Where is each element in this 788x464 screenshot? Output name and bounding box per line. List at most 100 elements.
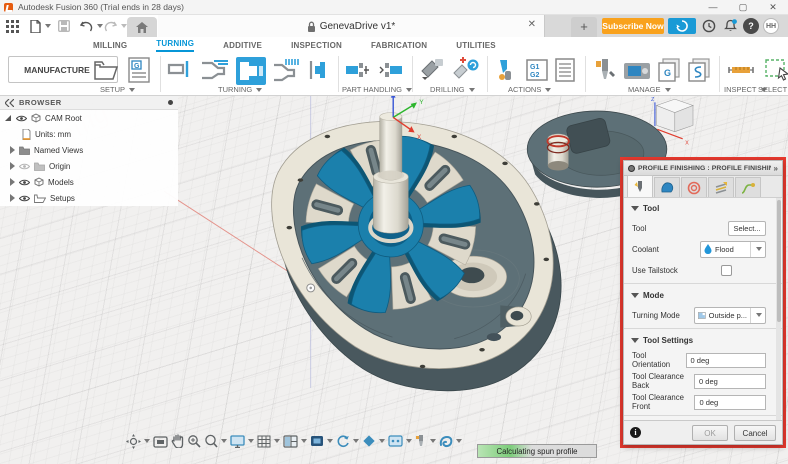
collapsed-arrow-icon[interactable] xyxy=(10,162,15,170)
collapsed-arrow-icon[interactable] xyxy=(10,194,15,202)
tab-utilities[interactable]: UTILITIES xyxy=(456,41,496,52)
simulate-button[interactable] xyxy=(494,57,520,88)
part-handling-chuck-button[interactable] xyxy=(344,57,372,88)
tab-fabrication[interactable]: FABRICATION xyxy=(371,41,427,52)
setup-origin-point[interactable] xyxy=(306,283,316,293)
turning-roughing-button[interactable] xyxy=(200,57,230,88)
template-library-button[interactable]: G xyxy=(656,57,682,88)
selected-drive-pin[interactable] xyxy=(546,133,570,171)
tool-orientation-input[interactable]: 0 deg xyxy=(685,352,766,368)
recent-activity-button[interactable] xyxy=(701,18,717,34)
dialog-tab-geometry[interactable] xyxy=(654,177,680,197)
select-group-label[interactable]: SELECT xyxy=(758,85,788,94)
browser-item-setups[interactable]: Setups xyxy=(0,190,178,206)
dialog-tab-passes[interactable] xyxy=(708,177,734,197)
display-settings-button[interactable] xyxy=(230,434,254,448)
tool-select-button[interactable]: Select... xyxy=(728,220,766,236)
save-button[interactable] xyxy=(58,17,70,35)
part-handling-group-label[interactable]: PART HANDLING xyxy=(342,85,413,94)
turning-profile-button-selected[interactable] xyxy=(236,57,266,85)
part-handling-transfer-button[interactable] xyxy=(376,57,404,88)
maximize-button[interactable]: ▢ xyxy=(728,0,758,14)
tab-milling[interactable]: MILLING xyxy=(93,41,127,52)
setup-sheet-button[interactable] xyxy=(553,57,577,88)
subscribe-button[interactable]: Subscribe Now xyxy=(602,18,664,34)
post-library-button[interactable] xyxy=(686,57,712,88)
visibility-button[interactable] xyxy=(310,435,333,447)
setup-group-label[interactable]: SETUP xyxy=(100,85,136,94)
collapsed-arrow-icon[interactable] xyxy=(10,178,15,186)
dialog-tab-linking[interactable] xyxy=(735,177,761,197)
grid-settings-button[interactable] xyxy=(257,435,280,448)
refresh-button[interactable] xyxy=(336,434,359,448)
orbit-button[interactable] xyxy=(126,433,150,449)
appearance-button[interactable] xyxy=(362,434,385,448)
document-tab[interactable]: GenevaDrive v1* ✕ xyxy=(158,15,545,37)
turning-group-label[interactable]: TURNING xyxy=(218,85,263,94)
tab-inspection[interactable]: INSPECTION xyxy=(291,41,342,52)
dialog-tab-tool[interactable] xyxy=(627,175,653,197)
new-setup-button[interactable] xyxy=(92,57,120,88)
look-at-button[interactable] xyxy=(153,435,168,448)
tool-display-button[interactable] xyxy=(415,434,436,448)
browser-options-icon[interactable] xyxy=(168,100,173,105)
select-button[interactable] xyxy=(764,57,788,88)
manage-group-label[interactable]: MANAGE xyxy=(628,85,671,94)
close-button[interactable]: ✕ xyxy=(758,0,788,14)
machine-display-button[interactable] xyxy=(388,435,412,447)
dialog-expand-icon[interactable]: » xyxy=(774,164,778,173)
tool-clearance-back-input[interactable]: 0 deg xyxy=(694,373,766,389)
browser-item-cam-root[interactable]: CAM Root xyxy=(0,110,178,126)
machine-library-button[interactable] xyxy=(622,57,652,88)
gcode-setup-button[interactable]: G xyxy=(126,57,152,88)
tool-section-header[interactable]: Tool xyxy=(624,200,782,215)
zoom-button[interactable] xyxy=(187,434,201,448)
dialog-scrollbar[interactable] xyxy=(776,198,781,420)
browser-item-units[interactable]: Units: mm xyxy=(0,126,178,142)
post-process-button[interactable]: G1 G2 xyxy=(524,57,550,88)
notifications-button[interactable] xyxy=(722,18,738,34)
tab-turning[interactable]: TURNING xyxy=(156,39,195,52)
visibility-eye-icon[interactable] xyxy=(19,195,30,202)
turning-part-button[interactable] xyxy=(305,57,329,88)
tool-clearance-front-input[interactable]: 0 deg xyxy=(694,394,766,410)
viewports-button[interactable] xyxy=(283,434,307,448)
measure-button[interactable] xyxy=(726,57,756,88)
collapsed-arrow-icon[interactable] xyxy=(10,146,15,154)
home-tab-button[interactable] xyxy=(127,17,157,37)
app-grid-button[interactable] xyxy=(6,17,19,35)
drilling-button[interactable] xyxy=(418,57,446,88)
browser-header[interactable]: BROWSER xyxy=(0,96,178,110)
new-tab-button[interactable]: + xyxy=(571,17,597,37)
dialog-header[interactable]: PROFILE FINISHING : PROFILE FINISHING1 » xyxy=(624,161,782,176)
tailstock-checkbox[interactable] xyxy=(721,264,732,276)
undo-button[interactable] xyxy=(80,17,103,35)
drilling-group-label[interactable]: DRILLING xyxy=(430,85,475,94)
turning-face-button[interactable] xyxy=(166,57,194,88)
browser-item-models[interactable]: Models xyxy=(0,174,178,190)
redo-button[interactable] xyxy=(104,17,127,35)
ok-button[interactable]: OK xyxy=(692,424,728,441)
browser-item-origin[interactable]: Origin xyxy=(0,158,178,174)
turning-mode-dropdown[interactable]: Outside p... xyxy=(694,306,766,324)
collapse-panel-icon[interactable] xyxy=(5,98,14,107)
user-avatar[interactable]: HH xyxy=(763,18,779,34)
coolant-dropdown[interactable]: Flood xyxy=(700,240,766,258)
info-icon[interactable]: i xyxy=(630,427,641,438)
dialog-tab-radii[interactable] xyxy=(681,177,707,197)
tool-library-button[interactable] xyxy=(592,57,618,88)
turning-groove-button[interactable] xyxy=(272,57,302,88)
scrollbar-thumb[interactable] xyxy=(776,200,781,323)
minimize-button[interactable]: — xyxy=(698,0,728,14)
file-menu-button[interactable] xyxy=(30,17,51,35)
pan-button[interactable] xyxy=(171,434,184,448)
cancel-button[interactable]: Cancel xyxy=(734,424,776,441)
document-tab-close-icon[interactable]: ✕ xyxy=(528,19,536,30)
help-button[interactable]: ? xyxy=(743,18,759,34)
stock-display-button[interactable] xyxy=(439,435,462,448)
mode-section-header[interactable]: Mode xyxy=(624,287,782,302)
job-status-button[interactable] xyxy=(668,18,696,34)
visibility-eye-icon[interactable] xyxy=(16,115,27,122)
expanded-arrow-icon[interactable] xyxy=(4,114,12,122)
drilling-hole-recognition-button[interactable] xyxy=(450,57,480,88)
